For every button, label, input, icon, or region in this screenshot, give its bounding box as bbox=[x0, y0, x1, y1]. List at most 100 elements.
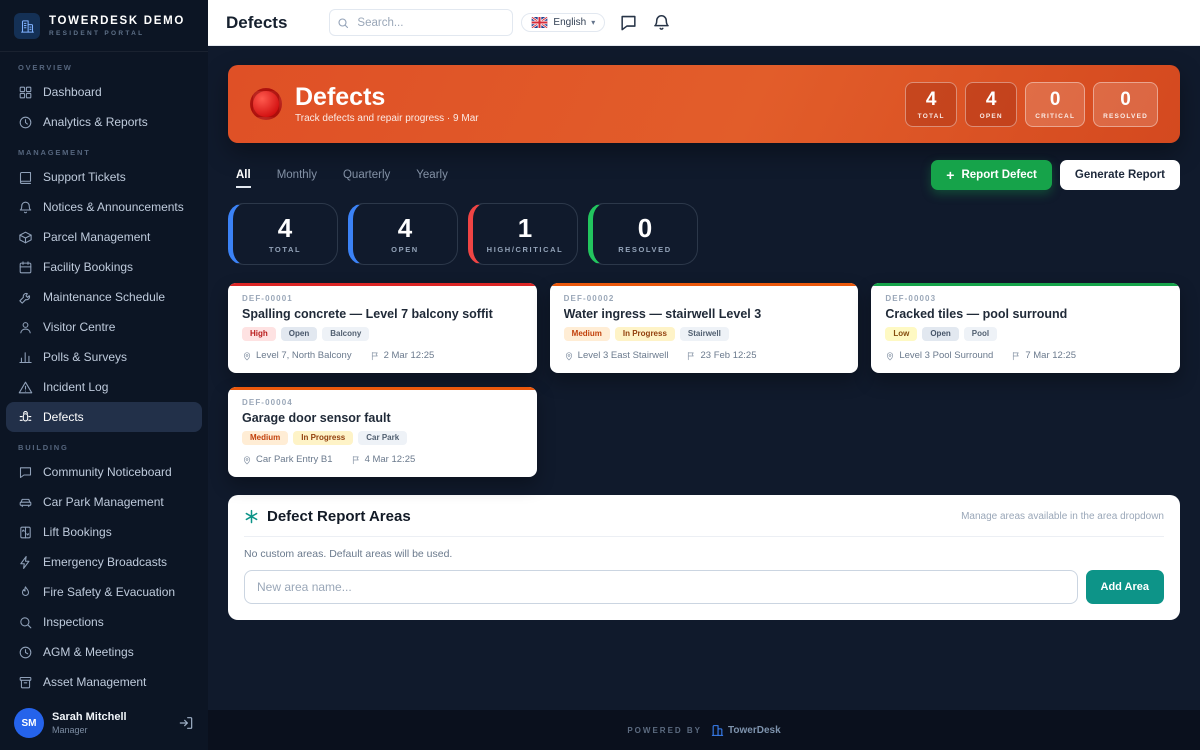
status-dot-icon bbox=[250, 88, 282, 120]
sidebar-item-car-park-management[interactable]: Car Park Management bbox=[0, 487, 208, 517]
hero-stats: 4 TOTAL 4 OPEN 0 CRITICAL 0 RESOLVED bbox=[905, 82, 1158, 127]
logout-icon[interactable] bbox=[178, 715, 194, 731]
sidebar-section: BUILDING Community Noticeboard Car Park … bbox=[0, 432, 208, 697]
location-pin-icon bbox=[885, 351, 895, 361]
summary-stat-value: 4 bbox=[278, 215, 292, 241]
notifications-bell-icon[interactable] bbox=[652, 13, 671, 32]
tab-quarterly[interactable]: Quarterly bbox=[343, 163, 390, 188]
sidebar-item-support-tickets[interactable]: Support Tickets bbox=[0, 162, 208, 192]
sidebar-section-items: Community Noticeboard Car Park Managemen… bbox=[0, 457, 208, 697]
severity-badge: High bbox=[242, 327, 276, 341]
hero-stat-open: 4 OPEN bbox=[965, 82, 1017, 127]
defect-card-def-00001[interactable]: DEF-00001 Spalling concrete — Level 7 ba… bbox=[228, 283, 537, 373]
towerdesk-logo-icon bbox=[711, 724, 724, 737]
footer-brand-name: TowerDesk bbox=[728, 725, 781, 736]
messages-icon[interactable] bbox=[619, 13, 638, 32]
uk-flag-icon bbox=[531, 17, 548, 28]
tab-all[interactable]: All bbox=[236, 163, 251, 188]
sidebar-item-analytics-and-reports[interactable]: Analytics & Reports bbox=[0, 107, 208, 137]
new-area-input[interactable] bbox=[244, 570, 1078, 604]
user-profile[interactable]: SM Sarah Mitchell Manager bbox=[0, 699, 208, 750]
defect-location: Level 7, North Balcony bbox=[256, 350, 352, 361]
sidebar-item-defects[interactable]: Defects bbox=[6, 402, 202, 432]
date-flag-icon bbox=[370, 351, 380, 361]
defect-card-def-00003[interactable]: DEF-00003 Cracked tiles — pool surround … bbox=[871, 283, 1180, 373]
defect-meta: Level 3 East Stairwell 23 Feb 12:25 bbox=[564, 350, 845, 361]
sidebar-item-parcel-management[interactable]: Parcel Management bbox=[0, 222, 208, 252]
summary-stat-total: 4 TOTAL bbox=[228, 203, 338, 265]
defect-id: DEF-00002 bbox=[564, 295, 845, 303]
bell-icon bbox=[18, 200, 33, 215]
carpark-icon bbox=[18, 495, 33, 510]
sidebar-item-facility-bookings[interactable]: Facility Bookings bbox=[0, 252, 208, 282]
sidebar-item-notices-and-announcements[interactable]: Notices & Announcements bbox=[0, 192, 208, 222]
app-logo: TOWERDESK DEMO RESIDENT PORTAL bbox=[0, 0, 208, 52]
defect-id: DEF-00001 bbox=[242, 295, 523, 303]
hero-stat-resolved: 0 RESOLVED bbox=[1093, 82, 1158, 127]
defect-date-row: 7 Mar 12:25 bbox=[1011, 350, 1076, 361]
status-badge: In Progress bbox=[293, 431, 353, 445]
areas-empty-message: No custom areas. Default areas will be u… bbox=[244, 548, 1164, 560]
app-title-block: TOWERDESK DEMO RESIDENT PORTAL bbox=[49, 15, 185, 37]
sidebar-item-community-noticeboard[interactable]: Community Noticeboard bbox=[0, 457, 208, 487]
page-title: Defects bbox=[226, 13, 287, 33]
defect-date-row: 2 Mar 12:25 bbox=[370, 350, 435, 361]
noticeboard-icon bbox=[18, 465, 33, 480]
card-accent-bar bbox=[228, 283, 537, 286]
severity-badge: Medium bbox=[242, 431, 288, 445]
user-meta: Sarah Mitchell Manager bbox=[52, 711, 127, 735]
sidebar-item-label: Incident Log bbox=[43, 380, 108, 394]
sidebar-section-label-overview: OVERVIEW bbox=[0, 52, 208, 77]
areas-title: Defect Report Areas bbox=[267, 508, 411, 525]
sidebar-item-label: Support Tickets bbox=[43, 170, 126, 184]
tab-yearly[interactable]: Yearly bbox=[416, 163, 448, 188]
summary-stats: 4 TOTAL 4 OPEN 1 HIGH/CRITICAL 0 RESOLVE… bbox=[228, 203, 1180, 265]
avatar: SM bbox=[14, 708, 44, 738]
defect-location-row: Level 3 Pool Surround bbox=[885, 350, 993, 361]
defect-report-areas-panel: Defect Report Areas Manage areas availab… bbox=[228, 495, 1180, 620]
visitor-icon bbox=[18, 320, 33, 335]
dashboard-icon bbox=[18, 85, 33, 100]
add-area-button[interactable]: Add Area bbox=[1086, 570, 1165, 604]
tab-monthly[interactable]: Monthly bbox=[277, 163, 317, 188]
defect-card-def-00002[interactable]: DEF-00002 Water ingress — stairwell Leve… bbox=[550, 283, 859, 373]
location-pin-icon bbox=[242, 351, 252, 361]
defect-title: Water ingress — stairwell Level 3 bbox=[564, 307, 845, 321]
search-box bbox=[329, 9, 513, 36]
language-selector[interactable]: English ▾ bbox=[521, 13, 605, 32]
defect-location-row: Car Park Entry B1 bbox=[242, 454, 333, 465]
generate-report-button[interactable]: Generate Report bbox=[1060, 160, 1180, 190]
sidebar-item-label: Inspections bbox=[43, 615, 104, 629]
sidebar-item-emergency-broadcasts[interactable]: Emergency Broadcasts bbox=[0, 547, 208, 577]
defects-icon bbox=[18, 410, 33, 425]
search-input[interactable] bbox=[329, 9, 513, 36]
hero-stat-value: 4 bbox=[915, 90, 947, 109]
location-pin-icon bbox=[242, 455, 252, 465]
sidebar-item-maintenance-schedule[interactable]: Maintenance Schedule bbox=[0, 282, 208, 312]
hero-text: Defects Track defects and repair progres… bbox=[295, 84, 479, 124]
defect-card-def-00004[interactable]: DEF-00004 Garage door sensor fault Mediu… bbox=[228, 387, 537, 477]
sidebar-item-dashboard[interactable]: Dashboard bbox=[0, 77, 208, 107]
tabs-row: All Monthly Quarterly Yearly + Report Defec… bbox=[228, 160, 1180, 190]
app-title: TOWERDESK DEMO bbox=[49, 15, 185, 27]
report-defect-button[interactable]: + Report Defect bbox=[931, 160, 1052, 190]
defect-meta: Level 7, North Balcony 2 Mar 12:25 bbox=[242, 350, 523, 361]
summary-stat-label: TOTAL bbox=[269, 245, 301, 254]
sidebar-item-lift-bookings[interactable]: Lift Bookings bbox=[0, 517, 208, 547]
wrench-icon bbox=[18, 290, 33, 305]
sidebar-item-fire-safety-and-evacuation[interactable]: Fire Safety & Evacuation bbox=[0, 577, 208, 607]
inspections-icon bbox=[18, 615, 33, 630]
date-flag-icon bbox=[686, 351, 696, 361]
sidebar-item-agm-and-meetings[interactable]: AGM & Meetings bbox=[0, 637, 208, 667]
summary-stat-resolved: 0 RESOLVED bbox=[588, 203, 698, 265]
sidebar-item-polls-and-surveys[interactable]: Polls & Surveys bbox=[0, 342, 208, 372]
defect-badges: Medium In Progress Car Park bbox=[242, 431, 523, 445]
date-flag-icon bbox=[1011, 351, 1021, 361]
sidebar-item-incident-log[interactable]: Incident Log bbox=[0, 372, 208, 402]
broadcast-icon bbox=[18, 555, 33, 570]
sidebar-item-inspections[interactable]: Inspections bbox=[0, 607, 208, 637]
analytics-icon bbox=[18, 115, 33, 130]
areas-form: Add Area bbox=[244, 570, 1164, 604]
sidebar-item-visitor-centre[interactable]: Visitor Centre bbox=[0, 312, 208, 342]
sidebar-item-asset-management[interactable]: Asset Management bbox=[0, 667, 208, 697]
